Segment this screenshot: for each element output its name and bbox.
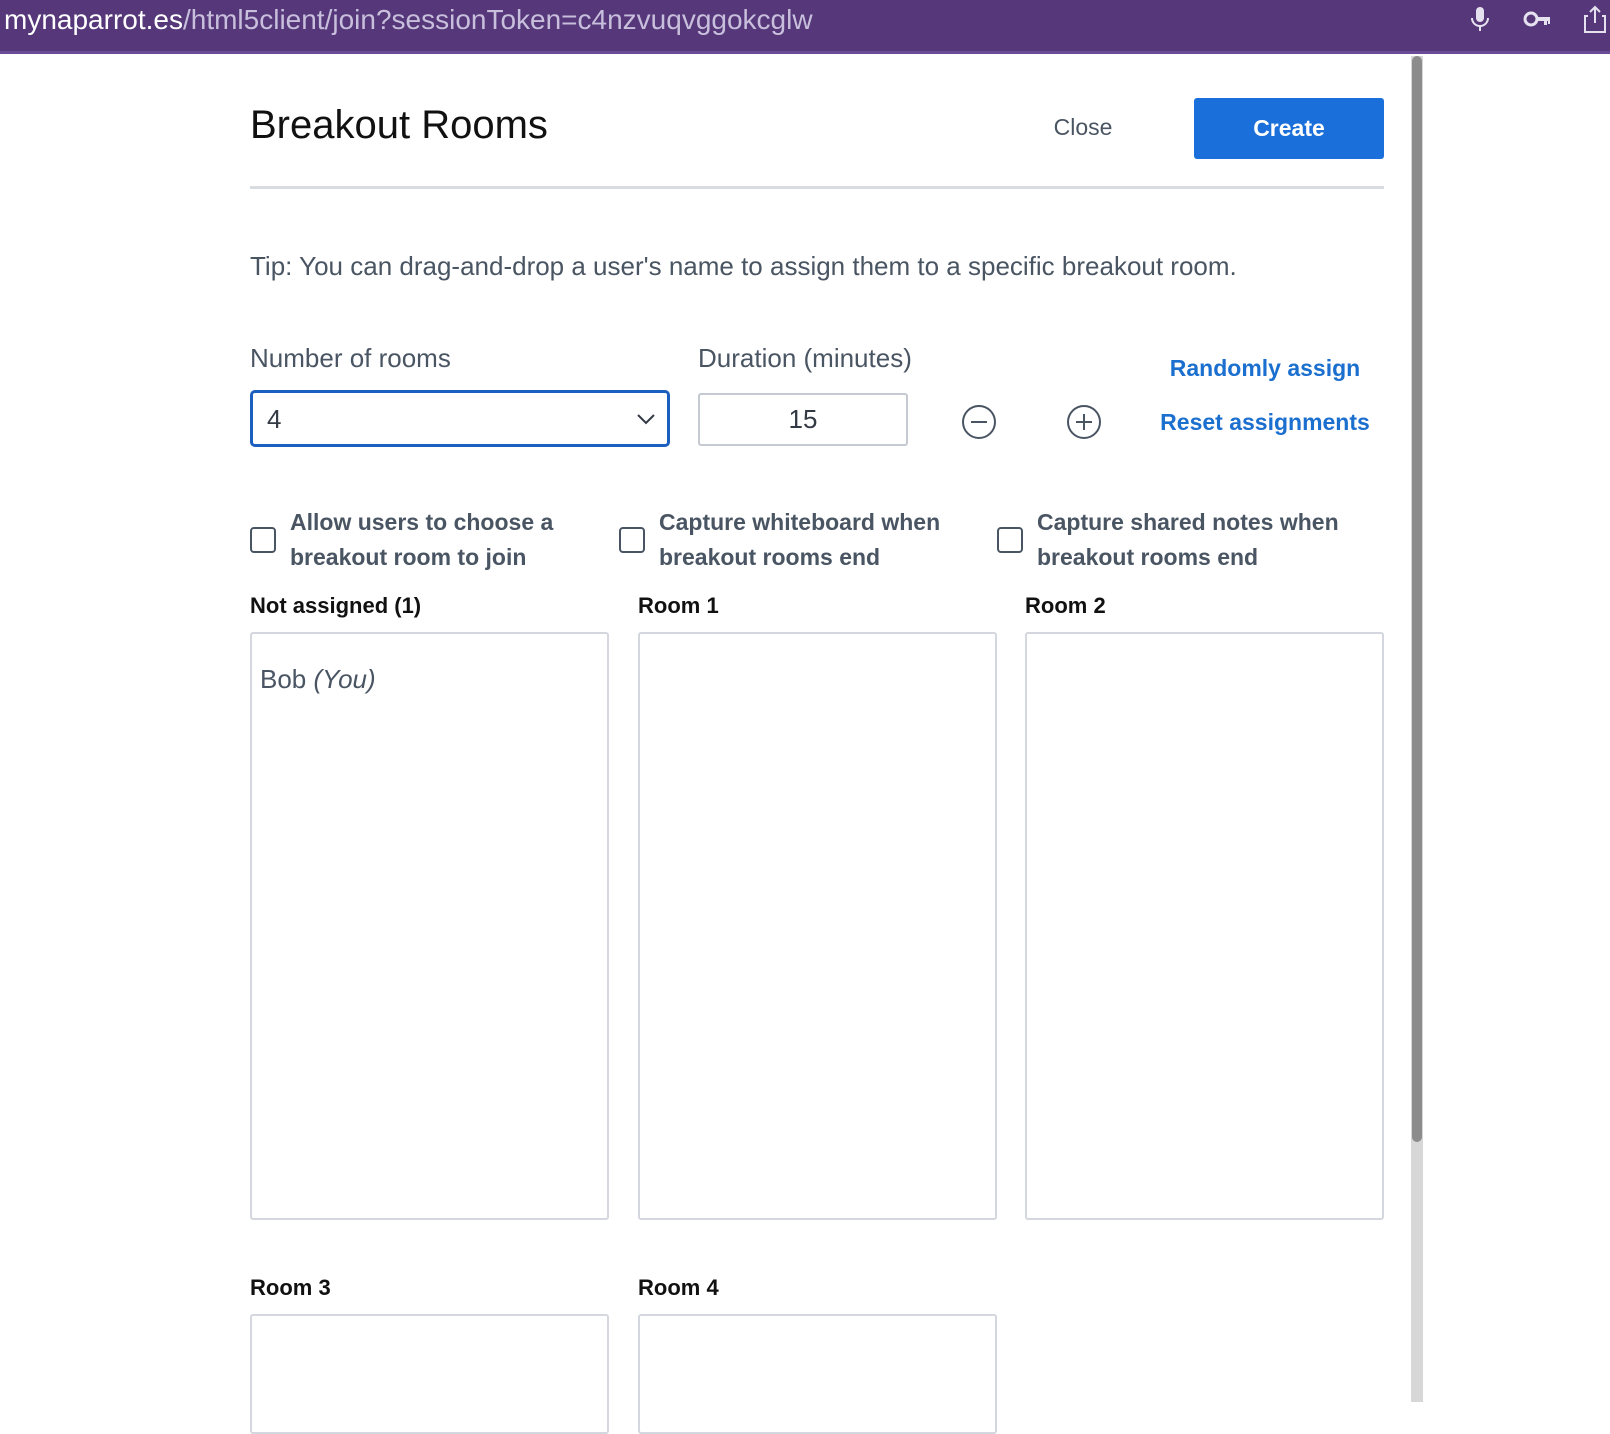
capture-notes-label: Capture shared notes when breakout rooms… [1037,509,1339,570]
user-name: Bob [260,664,307,694]
rooms-label: Number of rooms [250,343,451,373]
allow-choose-room-checkbox[interactable] [250,527,276,553]
scrollbar-thumb[interactable] [1412,56,1422,1142]
plus-circle-icon [1067,405,1101,439]
minus-circle-icon [962,405,996,439]
room-1-title: Room 1 [638,593,719,618]
rooms-select-value: 4 [267,404,282,434]
room-4-dropzone[interactable] [638,1314,997,1434]
header-divider [250,186,1384,189]
not-assigned-title: Not assigned (1) [250,593,422,618]
user-item[interactable]: Bob (You) [260,662,376,696]
url-domain: mynaparrot.es [4,4,183,35]
reset-assignments-button[interactable]: Reset assignments [1160,406,1370,438]
randomly-assign-button[interactable]: Randomly assign [1160,352,1370,384]
tip-text: Tip: You can drag-and-drop a user's name… [250,251,1237,281]
capture-whiteboard-checkbox[interactable] [619,527,645,553]
url-address[interactable]: mynaparrot.es/html5client/join?sessionTo… [4,2,813,38]
room-3-title: Room 3 [250,1275,331,1300]
key-icon[interactable] [1522,4,1552,34]
not-assigned-dropzone[interactable]: Bob (You) [250,632,609,1220]
room-1-dropzone[interactable] [638,632,997,1220]
microphone-icon[interactable] [1465,4,1495,34]
room-2-dropzone[interactable] [1025,632,1384,1220]
allow-choose-room-label: Allow users to choose a breakout room to… [290,509,554,570]
capture-whiteboard-label: Capture whiteboard when breakout rooms e… [659,509,941,570]
share-icon[interactable] [1580,4,1610,34]
close-button[interactable]: Close [1020,104,1146,150]
chevron-down-icon [635,408,657,430]
room-2-title: Room 2 [1025,593,1106,618]
decrease-duration-button[interactable] [961,404,997,440]
browser-url-bar: mynaparrot.es/html5client/join?sessionTo… [0,0,1610,54]
duration-label: Duration (minutes) [698,343,912,373]
increase-duration-button[interactable] [1066,404,1102,440]
url-path: /html5client/join?sessionToken=c4nzvuqvg… [182,4,813,35]
create-button[interactable]: Create [1194,98,1384,159]
page-title: Breakout Rooms [250,103,548,147]
rooms-select[interactable]: 4 [250,390,670,447]
duration-input[interactable]: 15 [698,393,908,446]
room-4-title: Room 4 [638,1275,719,1300]
room-3-dropzone[interactable] [250,1314,609,1434]
user-you-tag: (You) [313,664,376,694]
capture-notes-checkbox[interactable] [997,527,1023,553]
